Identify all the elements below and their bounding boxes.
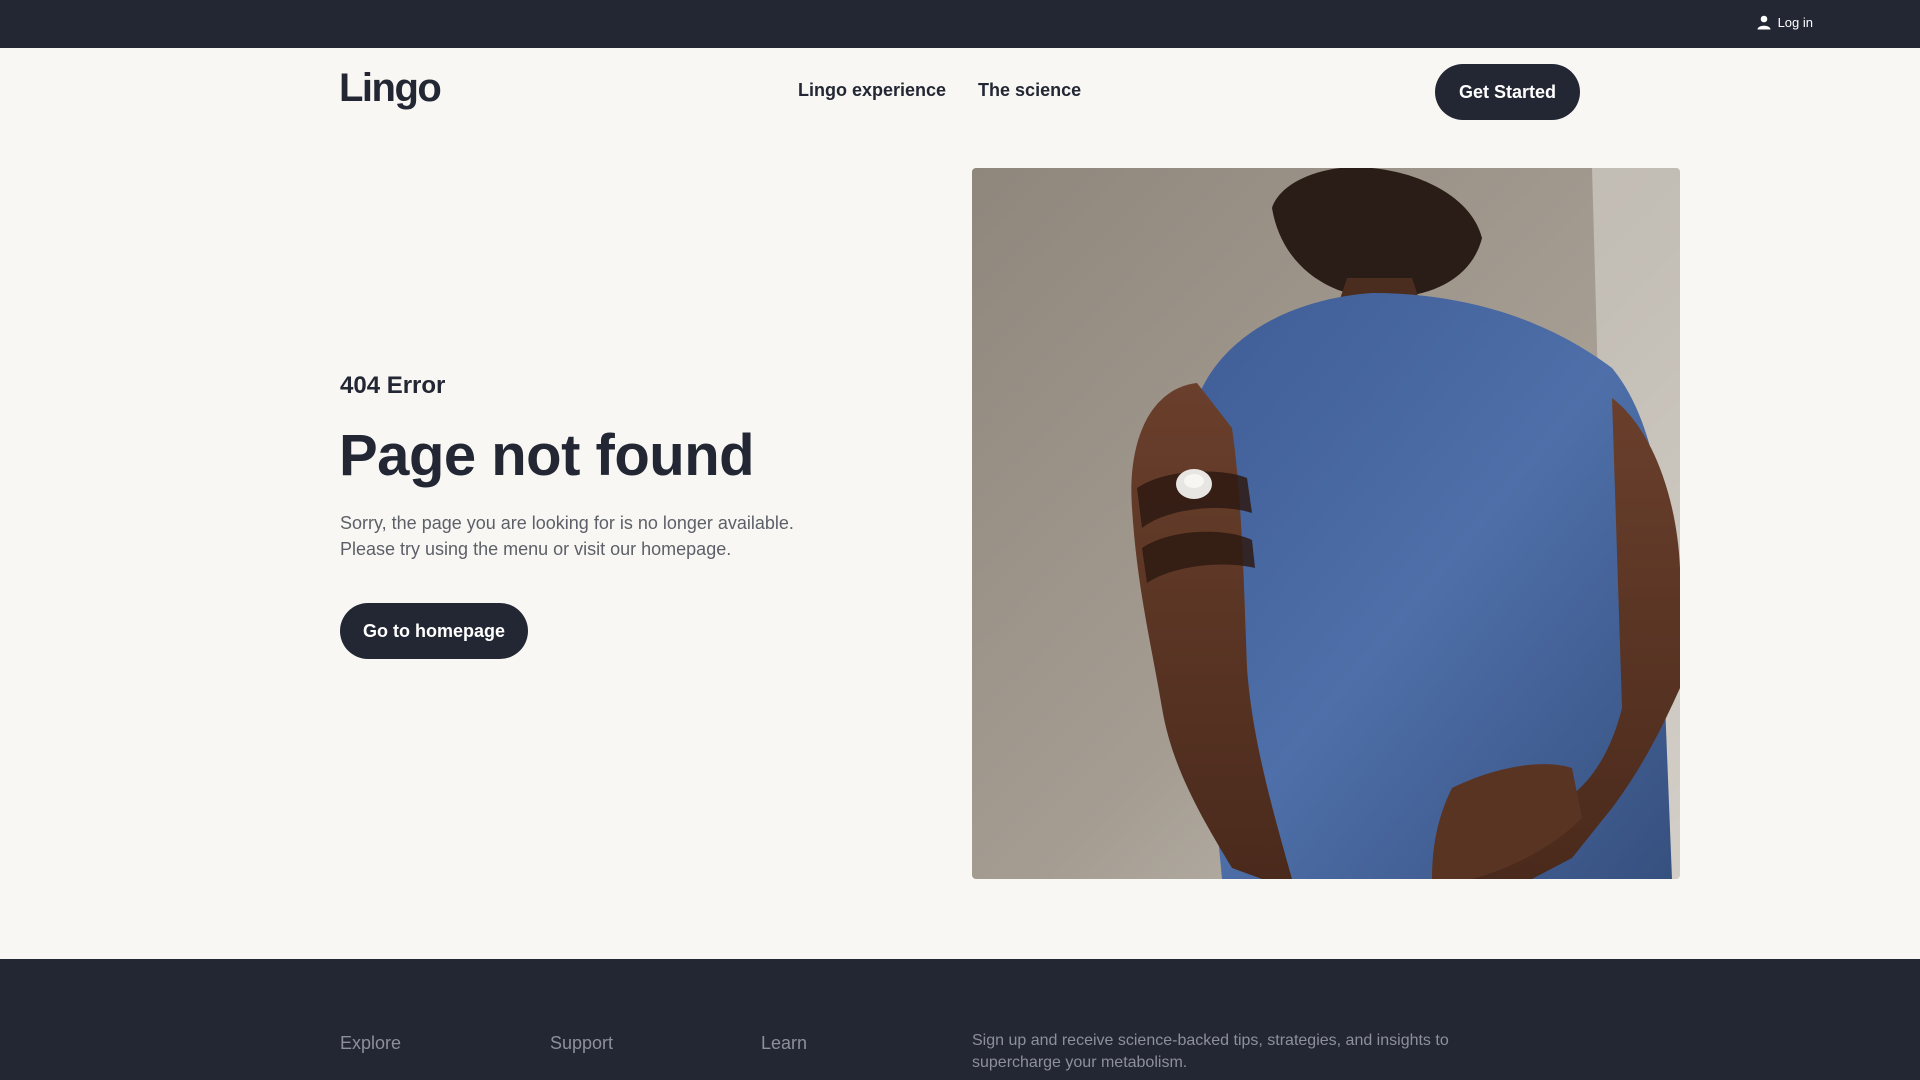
main-nav: Lingo experience The science	[798, 80, 1081, 101]
footer-column-learn: Learn	[761, 1033, 808, 1053]
newsletter-text: Sign up and receive science-backed tips,…	[972, 1032, 1449, 1071]
login-label: Log in	[1777, 14, 1813, 30]
site-footer: Explore Support Learn Sign up and receiv…	[0, 959, 1920, 1080]
go-to-homepage-button[interactable]: Go to homepage	[340, 603, 528, 659]
user-icon	[1756, 14, 1772, 30]
footer-column-explore: Explore	[340, 1033, 402, 1053]
error-description-line-1: Sorry, the page you are looking for is n…	[340, 513, 794, 533]
get-started-button[interactable]: Get Started	[1435, 64, 1580, 120]
error-label: 404 Error	[340, 372, 446, 399]
page-title: Page not found	[339, 423, 755, 488]
nav-link-the-science[interactable]: The science	[978, 80, 1081, 101]
footer-column-support: Support	[550, 1033, 614, 1053]
hero-photo	[972, 168, 1680, 879]
error-description: Sorry, the page you are looking for is n…	[340, 510, 860, 562]
login-link[interactable]: Log in	[1756, 14, 1813, 30]
site-header: Lingo Lingo experience The science Get S…	[0, 48, 1920, 138]
nav-link-lingo-experience[interactable]: Lingo experience	[798, 80, 946, 101]
top-bar: Log in	[0, 0, 1920, 48]
error-description-line-2: Please try using the menu or visit our h…	[340, 539, 732, 559]
logo[interactable]: Lingo	[339, 66, 442, 111]
